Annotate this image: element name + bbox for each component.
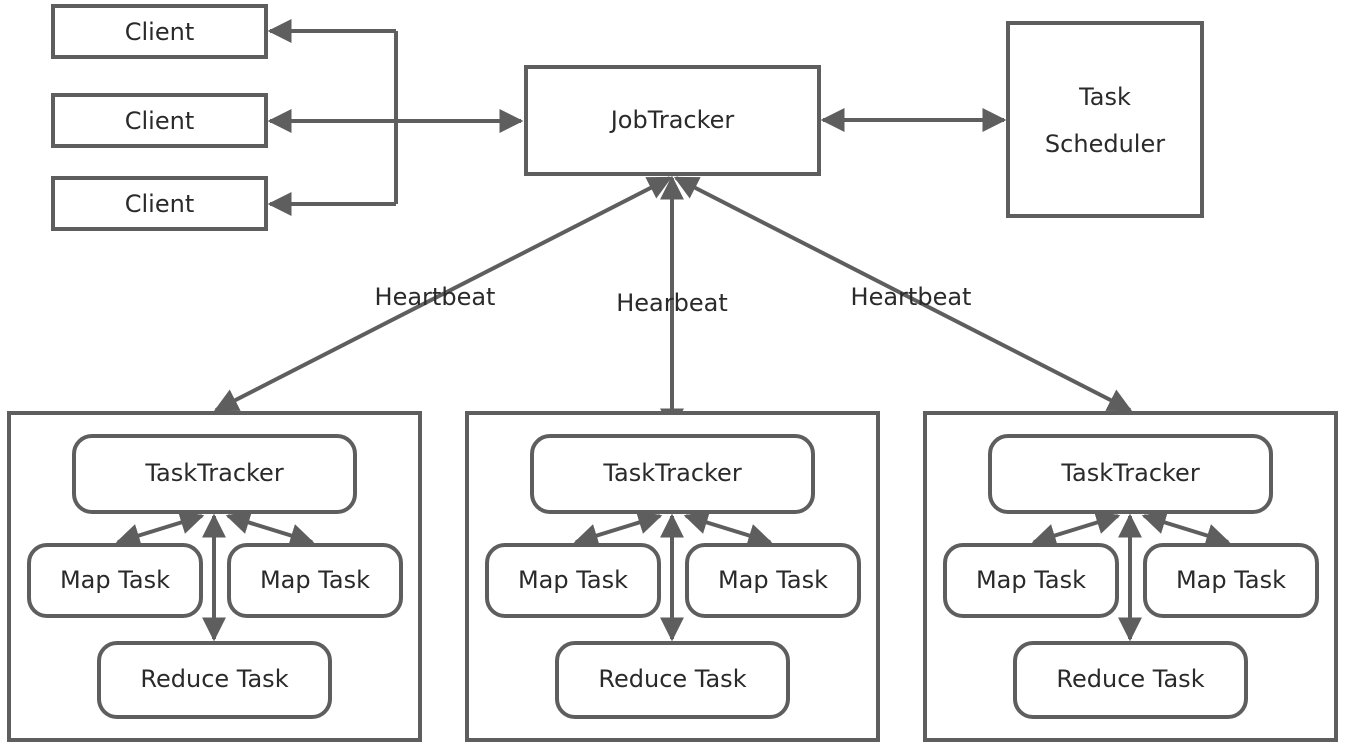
worker-node-3: TaskTracker Map Task Map Task Reduce Tas… xyxy=(923,411,1338,742)
map-task-label: Map Task xyxy=(60,566,170,594)
map-task-label: Map Task xyxy=(1176,566,1286,594)
client-node-2: Client xyxy=(51,93,268,148)
jobtracker-node: JobTracker xyxy=(524,65,821,176)
task-scheduler-label-line1: Task xyxy=(1078,83,1131,111)
map-task-label: Map Task xyxy=(718,566,828,594)
tasktracker-label: TaskTracker xyxy=(602,459,742,487)
reduce-task-label: Reduce Task xyxy=(1056,665,1204,693)
heartbeat-label-left: Heartbeat xyxy=(375,283,496,311)
task-scheduler-node: Task Scheduler xyxy=(1006,21,1204,218)
client-label: Client xyxy=(125,190,194,218)
map-task-label: Map Task xyxy=(260,566,370,594)
map-task-label: Map Task xyxy=(976,566,1086,594)
architecture-diagram: Client Client Client JobTracker Task Sch… xyxy=(7,4,1338,742)
heartbeat-label-middle: Hearbeat xyxy=(616,289,728,317)
reduce-task-label: Reduce Task xyxy=(140,665,288,693)
client-connectors xyxy=(267,19,524,216)
worker-node-2: TaskTracker Map Task Map Task Reduce Tas… xyxy=(465,411,880,742)
worker-node-1: TaskTracker Map Task Map Task Reduce Tas… xyxy=(7,411,422,742)
client-node-3: Client xyxy=(51,176,268,231)
jobtracker-label: JobTracker xyxy=(609,106,735,134)
client-label: Client xyxy=(125,18,194,46)
task-scheduler-label-line2: Scheduler xyxy=(1045,130,1165,158)
heartbeat-label-right: Heartbeat xyxy=(851,283,972,311)
map-task-label: Map Task xyxy=(518,566,628,594)
client-label: Client xyxy=(125,107,194,135)
tasktracker-label: TaskTracker xyxy=(144,459,284,487)
diagram-canvas: Client Client Client JobTracker Task Sch… xyxy=(0,0,1346,746)
reduce-task-label: Reduce Task xyxy=(598,665,746,693)
client-node-1: Client xyxy=(51,4,268,59)
tasktracker-label: TaskTracker xyxy=(1060,459,1200,487)
